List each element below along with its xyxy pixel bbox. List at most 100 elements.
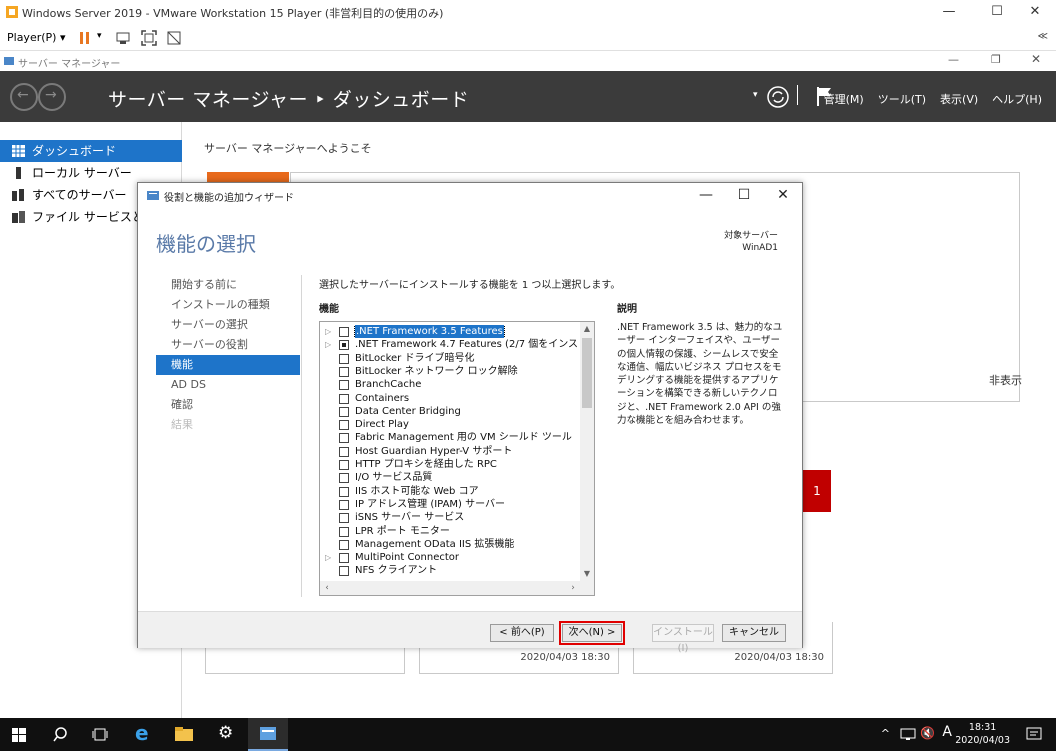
feature-row[interactable]: BitLocker ドライブ暗号化 [320,352,582,365]
collapse-toolbar-button[interactable]: ≪ [1038,31,1048,42]
expand-icon[interactable]: ▷ [325,325,333,338]
menu-view[interactable]: 表示(V) [940,91,978,107]
feature-row[interactable]: Direct Play [320,418,582,431]
feature-row[interactable]: NFS クライアント [320,564,582,577]
menu-manage[interactable]: 管理(M) [824,91,864,107]
scroll-thumb[interactable] [582,338,592,408]
feature-checkbox[interactable] [339,553,349,564]
feature-checkbox[interactable] [339,526,349,537]
pause-dropdown-icon[interactable]: ▾ [97,31,102,41]
feature-row[interactable]: Host Guardian Hyper-V サポート [320,445,582,458]
wizard-minimize-button[interactable]: — [691,185,721,205]
sm-restore-button[interactable]: ❐ [991,53,1001,66]
refresh-icon[interactable] [766,85,790,109]
taskbar-ie[interactable]: e [124,718,164,751]
feature-checkbox[interactable] [339,420,349,431]
alert-badge[interactable]: 1 [803,470,831,512]
feature-row[interactable]: IP アドレス管理 (IPAM) サーバー [320,498,582,511]
horizontal-scrollbar[interactable]: ‹ › [320,581,594,595]
taskbar-settings[interactable]: ⚙ [206,718,246,751]
feature-row[interactable]: ▷ .NET Framework 3.5 Features [320,325,582,339]
feature-checkbox[interactable] [339,539,349,550]
feature-row[interactable]: Data Center Bridging [320,405,582,418]
scroll-down-icon[interactable]: ▼ [580,567,594,581]
previous-button[interactable]: < 前へ(P) [490,624,554,642]
feature-checkbox[interactable] [339,486,349,497]
next-button[interactable]: 次へ(N) > [559,621,625,645]
feature-row[interactable]: Fabric Management 用の VM シールド ツール [320,431,582,444]
dropdown-icon[interactable]: ▾ [753,90,758,100]
notification-center-icon[interactable] [1026,727,1042,742]
nav-item-dashboard[interactable]: ダッシュボード [0,140,182,162]
feature-checkbox[interactable] [339,406,349,417]
close-button[interactable]: ✕ [1012,0,1056,25]
feature-checkbox[interactable] [339,460,349,470]
volume-icon[interactable]: 🔇 [920,726,935,740]
feature-checkbox[interactable] [339,446,349,457]
network-icon[interactable] [900,728,916,741]
feature-row[interactable]: ▷ .NET Framework 4.7 Features (2/7 個をインスト… [320,338,582,351]
player-menu[interactable]: Player(P) ▾ [7,31,65,44]
scroll-right-icon[interactable]: › [566,581,580,595]
expand-icon[interactable]: ▷ [325,338,333,351]
step-before-you-begin[interactable]: 開始する前に [156,275,300,295]
forward-button[interactable]: → [38,83,66,111]
feature-checkbox[interactable] [339,473,349,484]
clock[interactable]: 18:31 2020/04/03 [955,721,1010,747]
step-ad-ds[interactable]: AD DS [156,375,300,395]
menu-help[interactable]: ヘルプ(H) [992,91,1042,107]
cancel-button[interactable]: キャンセル [722,624,786,642]
feature-checkbox[interactable] [339,566,349,577]
taskbar-server-manager[interactable] [248,718,288,751]
fullscreen-icon[interactable] [140,29,158,47]
scroll-left-icon[interactable]: ‹ [320,581,334,595]
ime-indicator[interactable]: A [942,724,952,740]
feature-row[interactable]: BranchCache [320,378,582,391]
feature-row[interactable]: Containers [320,392,582,405]
pause-icon[interactable] [76,29,94,47]
feature-row[interactable]: iSNS サーバー サービス [320,511,582,524]
vertical-scrollbar[interactable]: ▲ ▼ [580,322,594,581]
feature-checkbox[interactable] [339,340,349,351]
back-button[interactable]: ← [10,83,38,111]
send-ctrl-alt-del-icon[interactable] [114,29,132,47]
feature-checkbox[interactable] [339,327,349,337]
taskbar-explorer[interactable] [164,718,204,751]
feature-checkbox[interactable] [339,499,349,510]
show-hidden-icons[interactable]: ^ [881,727,890,740]
hide-link[interactable]: 非表示 [989,372,1022,388]
scroll-up-icon[interactable]: ▲ [580,322,594,336]
start-button[interactable] [0,718,40,751]
feature-checkbox[interactable] [339,366,349,377]
features-tree[interactable]: NFS クライアント ▷ MultiPoint Connector Managemen… [319,321,595,596]
feature-row[interactable]: Management OData IIS 拡張機能 [320,538,582,551]
minimize-button[interactable]: — [926,0,972,25]
wizard-maximize-button[interactable]: ☐ [729,185,759,205]
feature-checkbox[interactable] [339,380,349,391]
step-server-selection[interactable]: サーバーの選択 [156,315,300,335]
nav-item-local-server[interactable]: ローカル サーバー [0,162,182,184]
step-confirmation[interactable]: 確認 [156,395,300,415]
sm-close-button[interactable]: ✕ [1031,52,1041,66]
feature-checkbox[interactable] [339,353,349,364]
step-installation-type[interactable]: インストールの種類 [156,295,300,315]
feature-row[interactable]: ▷ MultiPoint Connector [320,551,582,564]
feature-label: Data Center Bridging [355,405,461,417]
feature-row[interactable]: HTTP プロキシを経由した RPC [320,458,582,471]
feature-checkbox[interactable] [339,433,349,444]
search-button[interactable] [40,718,80,751]
feature-row[interactable]: BitLocker ネットワーク ロック解除 [320,365,582,378]
step-features[interactable]: 機能 [156,355,300,375]
task-view-button[interactable] [80,718,120,751]
feature-checkbox[interactable] [339,393,349,404]
menu-tools[interactable]: ツール(T) [878,91,926,107]
feature-row[interactable]: IIS ホスト可能な Web コア [320,485,582,498]
feature-row[interactable]: I/O サービス品質 [320,471,582,484]
step-server-roles[interactable]: サーバーの役割 [156,335,300,355]
expand-icon[interactable]: ▷ [325,551,333,564]
unity-icon[interactable] [165,29,183,47]
wizard-close-button[interactable]: ✕ [768,185,798,205]
sm-minimize-button[interactable]: — [948,53,959,66]
feature-checkbox[interactable] [339,513,349,524]
feature-row[interactable]: LPR ポート モニター [320,525,582,538]
